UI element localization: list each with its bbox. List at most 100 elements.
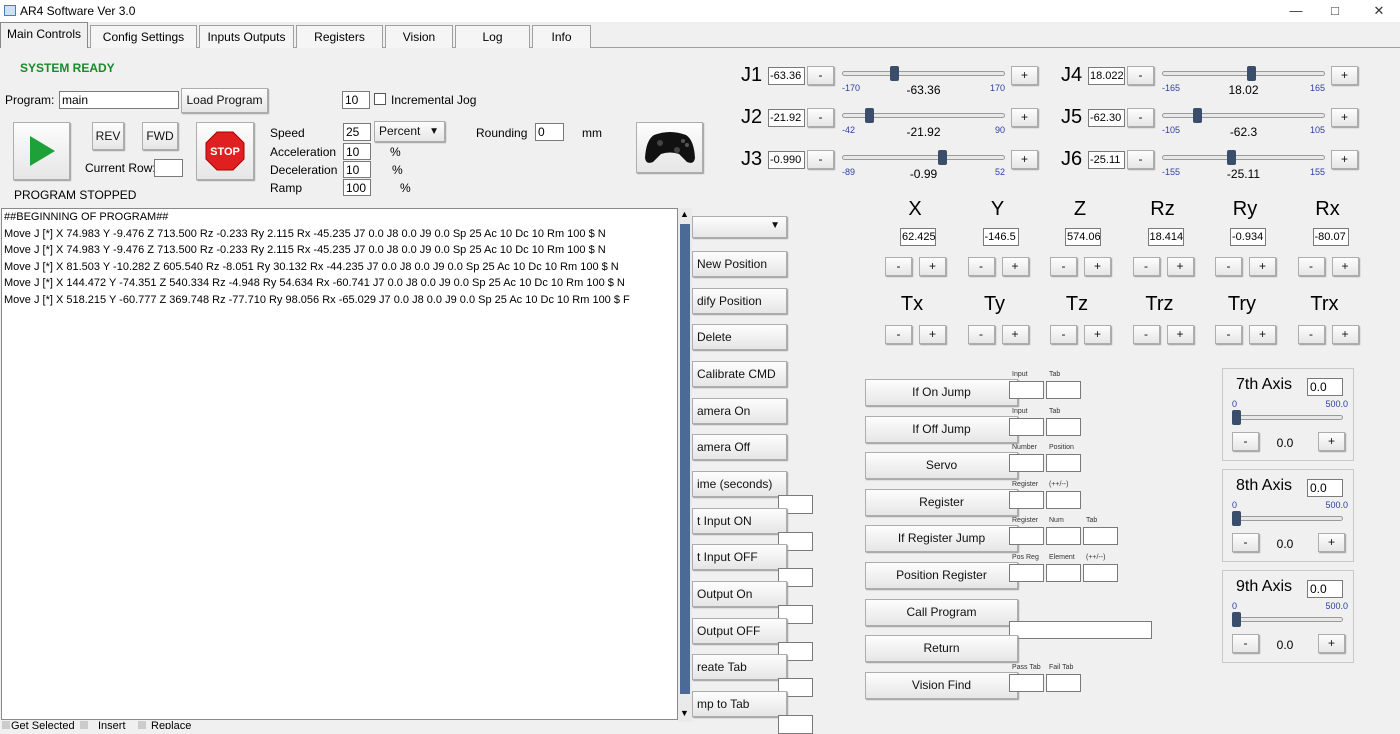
jog-increment-input[interactable]: 10 [342, 91, 370, 109]
cartesian-minus-button[interactable]: - [885, 257, 912, 276]
deceleration-input[interactable]: 10 [343, 161, 371, 178]
command-button-8[interactable]: t Input OFF [692, 544, 787, 570]
command-button-3[interactable]: Calibrate CMD [692, 361, 787, 387]
register-field-entry[interactable] [1009, 673, 1044, 692]
command-button-9[interactable]: Output On [692, 581, 787, 607]
joint-slider-thumb[interactable] [1247, 66, 1256, 81]
command-button-1[interactable]: dify Position [692, 288, 787, 314]
register-field-entry[interactable] [1083, 527, 1118, 546]
joint-plus-button[interactable]: + [1011, 150, 1038, 169]
cartesian-minus-button[interactable]: - [1132, 257, 1160, 276]
tool-plus-button[interactable]: + [1084, 325, 1111, 344]
scroll-up-icon[interactable]: ▲ [680, 209, 689, 219]
tool-plus-button[interactable]: + [919, 325, 946, 344]
tab-inputs-outputs[interactable]: Inputs Outputs [199, 25, 294, 48]
tab-log[interactable]: Log [455, 25, 530, 48]
joint-slider-track[interactable] [1162, 155, 1325, 160]
external-axis-slider-track[interactable] [1232, 415, 1343, 420]
joint-slider-thumb[interactable] [865, 108, 874, 123]
replace-radio[interactable] [138, 721, 146, 729]
get-selected-radio[interactable] [2, 721, 10, 729]
tool-plus-button[interactable]: + [1166, 325, 1194, 344]
joint-plus-button[interactable]: + [1011, 108, 1038, 127]
cartesian-minus-button[interactable]: - [1215, 257, 1242, 276]
external-axis-slider-thumb[interactable] [1232, 612, 1241, 627]
external-axis-minus-button[interactable]: - [1232, 432, 1259, 451]
joint-minus-button[interactable]: - [807, 66, 834, 85]
register-field-entry[interactable] [1009, 454, 1044, 473]
register-command-button[interactable]: Position Register [865, 562, 1018, 589]
register-command-button[interactable]: Servo [865, 452, 1018, 480]
cartesian-plus-button[interactable]: + [1249, 257, 1276, 276]
register-field-entry[interactable] [1009, 490, 1044, 509]
tool-minus-button[interactable]: - [1297, 325, 1325, 344]
maximize-icon[interactable]: □ [1325, 2, 1345, 20]
stop-button[interactable]: STOP [196, 122, 254, 180]
tool-minus-button[interactable]: - [1215, 325, 1242, 344]
call-program-input[interactable] [1009, 620, 1152, 639]
program-listing[interactable]: ##BEGINNING OF PROGRAM## Move J [*] X 74.… [1, 208, 678, 720]
tab-info[interactable]: Info [532, 25, 591, 48]
tool-plus-button[interactable]: + [1001, 325, 1029, 344]
cartesian-plus-button[interactable]: + [1084, 257, 1111, 276]
external-axis-plus-button[interactable]: + [1318, 432, 1345, 451]
joint-slider-track[interactable] [842, 71, 1005, 76]
joint-entry[interactable]: -25.11 [1088, 151, 1125, 169]
joint-minus-button[interactable]: - [807, 108, 834, 127]
cartesian-minus-button[interactable]: - [967, 257, 995, 276]
external-axis-plus-button[interactable]: + [1318, 533, 1345, 552]
scroll-down-icon[interactable]: ▼ [680, 708, 689, 718]
speed-unit-dropdown[interactable]: Percent ▼ [374, 121, 445, 142]
joint-plus-button[interactable]: + [1011, 66, 1038, 85]
rounding-input[interactable]: 0 [535, 123, 564, 141]
cartesian-plus-button[interactable]: + [1166, 257, 1194, 276]
register-command-button[interactable]: Return [865, 635, 1018, 663]
external-axis-slider-thumb[interactable] [1232, 511, 1241, 526]
minimize-icon[interactable]: — [1286, 2, 1306, 20]
joint-entry[interactable]: -63.36 [768, 67, 805, 85]
joint-minus-button[interactable]: - [1127, 150, 1154, 169]
cartesian-entry[interactable]: 18.414 [1147, 228, 1184, 246]
joint-entry[interactable]: -21.92 [768, 109, 805, 127]
register-command-button[interactable]: Register [865, 488, 1018, 516]
fwd-button[interactable]: FWD [142, 122, 178, 150]
joint-slider-track[interactable] [842, 155, 1005, 160]
external-axis-minus-button[interactable]: - [1232, 634, 1259, 653]
command-button-6[interactable]: ime (seconds) [692, 471, 787, 497]
joint-minus-button[interactable]: - [1127, 108, 1154, 127]
joint-plus-button[interactable]: + [1331, 66, 1358, 85]
joint-entry[interactable]: -0.990 [768, 151, 805, 169]
command-entry-12[interactable] [778, 715, 813, 734]
cartesian-plus-button[interactable]: + [1001, 257, 1029, 276]
register-field-entry[interactable] [1046, 381, 1081, 399]
joint-slider-thumb[interactable] [1227, 150, 1236, 165]
joint-minus-button[interactable]: - [807, 150, 834, 169]
current-row-input[interactable] [154, 159, 183, 177]
cartesian-entry[interactable]: 574.06 [1065, 228, 1101, 246]
joint-slider-thumb[interactable] [938, 150, 947, 165]
joint-slider-track[interactable] [1162, 113, 1325, 118]
cartesian-entry[interactable]: -146.5 [982, 228, 1019, 246]
run-button[interactable] [13, 122, 70, 180]
command-button-12[interactable]: mp to Tab [692, 691, 787, 717]
command-button-2[interactable]: Delete [692, 324, 787, 350]
program-scroll-thumb[interactable] [680, 224, 690, 694]
tab-config-settings[interactable]: Config Settings [90, 25, 197, 48]
register-field-entry[interactable] [1046, 527, 1081, 546]
register-field-entry[interactable] [1083, 564, 1118, 582]
acceleration-input[interactable]: 10 [343, 143, 371, 160]
register-field-entry[interactable] [1009, 381, 1044, 399]
external-axis-slider-track[interactable] [1232, 617, 1343, 622]
external-axis-entry[interactable]: 0.0 [1307, 378, 1343, 396]
incremental-jog-checkbox[interactable] [374, 93, 386, 105]
joint-slider-thumb[interactable] [890, 66, 899, 81]
command-button-10[interactable]: Output OFF [692, 618, 787, 644]
joint-entry[interactable]: -62.30 [1088, 109, 1125, 127]
rev-button[interactable]: REV [92, 122, 124, 150]
speed-input[interactable]: 25 [343, 123, 371, 141]
joint-minus-button[interactable]: - [1127, 66, 1154, 85]
joint-entry[interactable]: 18.022 [1088, 67, 1125, 85]
external-axis-plus-button[interactable]: + [1318, 634, 1345, 653]
load-program-button[interactable]: Load Program [181, 88, 268, 113]
register-command-button[interactable]: If Off Jump [865, 415, 1018, 443]
